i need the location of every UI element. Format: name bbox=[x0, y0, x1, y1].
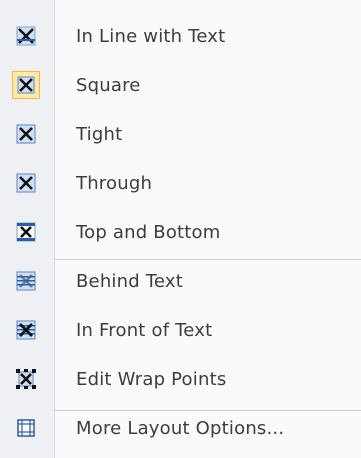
menu-item-through[interactable]: Through bbox=[0, 159, 361, 208]
menu-item-label: Behind Text bbox=[76, 271, 183, 292]
menu-item-label: In Line with Text bbox=[76, 26, 226, 47]
menu-item-label: Top and Bottom bbox=[76, 222, 221, 243]
inline-with-text-icon bbox=[12, 22, 40, 50]
menu-item-behind-text[interactable]: Behind Text bbox=[0, 257, 361, 306]
separator bbox=[55, 410, 361, 411]
behind-text-icon bbox=[12, 267, 40, 295]
menu-item-label: Square bbox=[76, 75, 141, 96]
menu-item-tight[interactable]: Tight bbox=[0, 110, 361, 159]
more-layout-options-icon bbox=[12, 414, 40, 442]
edit-wrap-points-icon bbox=[12, 365, 40, 393]
menu-items: In Line with Text Square Tight Through T… bbox=[0, 12, 361, 453]
top-bottom-wrap-icon bbox=[12, 218, 40, 246]
text-wrapping-menu: In Line with Text Square Tight Through T… bbox=[0, 0, 361, 458]
menu-item-label: In Front of Text bbox=[76, 320, 213, 341]
through-wrap-icon bbox=[12, 169, 40, 197]
separator bbox=[55, 259, 361, 260]
menu-item-top-and-bottom[interactable]: Top and Bottom bbox=[0, 208, 361, 257]
menu-item-label: Edit Wrap Points bbox=[76, 369, 227, 390]
square-wrap-icon bbox=[12, 71, 40, 99]
in-front-of-text-icon bbox=[12, 316, 40, 344]
menu-item-more-layout-options[interactable]: More Layout Options... bbox=[0, 404, 361, 453]
menu-item-in-front-of-text[interactable]: In Front of Text bbox=[0, 306, 361, 355]
menu-item-label: More Layout Options... bbox=[76, 418, 285, 439]
menu-item-label: Through bbox=[76, 173, 153, 194]
menu-item-label: Tight bbox=[76, 124, 123, 145]
tight-wrap-icon bbox=[12, 120, 40, 148]
menu-item-edit-wrap-points[interactable]: Edit Wrap Points bbox=[0, 355, 361, 404]
menu-item-square[interactable]: Square bbox=[0, 61, 361, 110]
menu-item-in-line-with-text[interactable]: In Line with Text bbox=[0, 12, 361, 61]
